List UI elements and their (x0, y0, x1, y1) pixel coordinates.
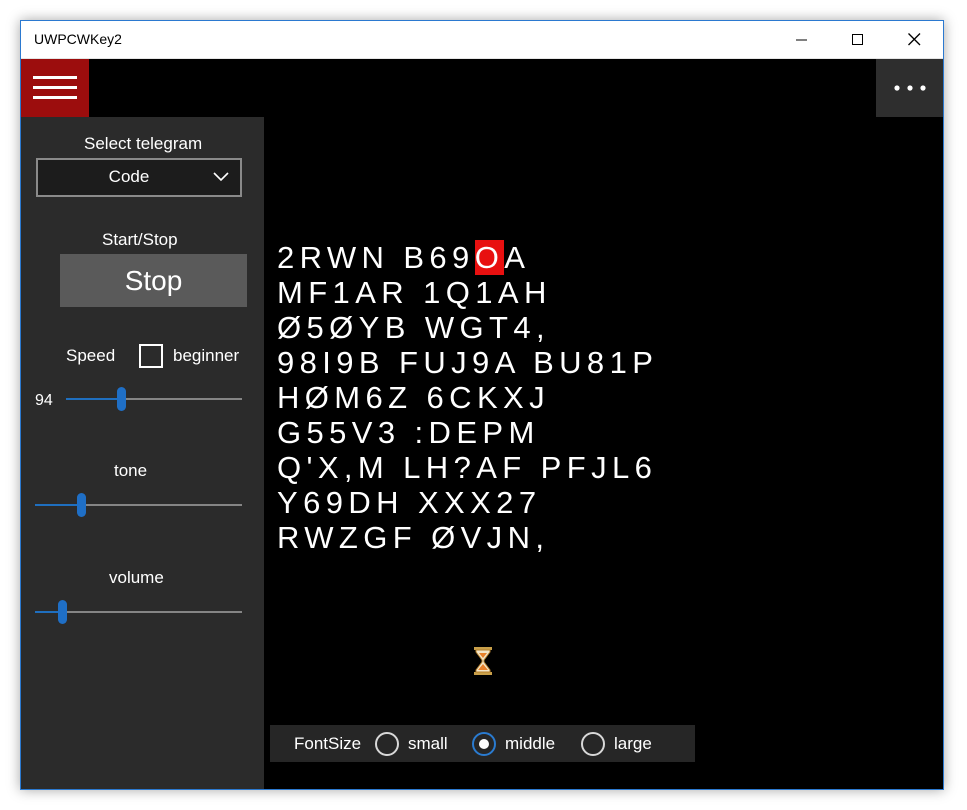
speed-slider[interactable] (66, 387, 242, 411)
hamburger-menu-icon (33, 76, 77, 99)
code-line-text: Q'X,M LH?AF PFJL6 (277, 450, 658, 485)
telegram-combobox-value: Code (108, 167, 150, 186)
slider-thumb[interactable] (116, 387, 126, 411)
code-line: G55V3 :DEPM (277, 415, 658, 450)
code-line-text: A (504, 240, 531, 275)
fontsize-option-middle: middle (505, 734, 556, 753)
settings-pane: Select telegram Code Start/Stop Stop Spe… (21, 117, 264, 789)
select-telegram-label: Select telegram (84, 134, 203, 153)
code-line-text: MF1AR 1Q1AH (277, 275, 552, 310)
window-title: UWPCWKey2 (34, 31, 122, 47)
hamburger-menu-button[interactable] (21, 59, 89, 117)
volume-slider[interactable] (35, 600, 242, 624)
code-line: MF1AR 1Q1AH (277, 275, 658, 310)
slider-thumb[interactable] (76, 493, 86, 517)
code-line-text: HØM6Z 6CKXJ (277, 380, 550, 415)
minimize-icon (796, 39, 807, 40)
speed-label: Speed (66, 346, 116, 365)
slider-fill (66, 398, 121, 400)
code-text-display: 2RWN B69OA MF1AR 1Q1AH Ø5ØYB WGT4, 98I9B FU… (277, 240, 658, 555)
code-line: 98I9B FUJ9A BU81P (277, 345, 658, 380)
start-stop-label: Start/Stop (102, 230, 178, 249)
fontsize-radio-large[interactable] (581, 732, 605, 756)
slider-thumb[interactable] (57, 600, 67, 624)
code-line-text: Y69DH XXX27 (277, 485, 542, 520)
volume-label: volume (109, 568, 164, 587)
app-content: Select telegram Code Start/Stop Stop Spe… (21, 59, 943, 789)
start-stop-button[interactable]: Stop (60, 254, 247, 307)
maximize-icon (852, 33, 863, 45)
code-line: Q'X,M LH?AF PFJL6 (277, 450, 658, 485)
fontsize-radio-small[interactable] (375, 732, 399, 756)
code-line-text: Ø5ØYB WGT4, (277, 310, 550, 345)
code-line-text: G55V3 :DEPM (277, 415, 540, 450)
beginner-label: beginner (173, 346, 240, 365)
speed-value: 94 (35, 392, 53, 409)
chevron-down-icon (213, 172, 229, 182)
more-ellipsis-icon (893, 85, 926, 91)
code-line: HØM6Z 6CKXJ (277, 380, 658, 415)
maximize-button[interactable] (835, 21, 881, 58)
code-line: RWZGF ØVJN, (277, 520, 658, 555)
code-line: Ø5ØYB WGT4, (277, 310, 658, 345)
fontsize-bar: FontSize small middle large (270, 725, 695, 762)
close-button[interactable] (891, 21, 937, 58)
tone-slider[interactable] (35, 493, 242, 517)
minimize-button[interactable] (779, 21, 825, 58)
code-line-text: RWZGF ØVJN, (277, 520, 550, 555)
beginner-checkbox[interactable] (139, 344, 163, 368)
app-window: UWPCWKey2 Select telegram Code Start/Sto… (20, 20, 944, 790)
title-bar[interactable]: UWPCWKey2 (21, 21, 943, 59)
code-line-text: 98I9B FUJ9A BU81P (277, 345, 659, 380)
fontsize-option-large: large (614, 734, 652, 753)
more-options-button[interactable] (876, 59, 943, 117)
code-line: Y69DH XXX27 (277, 485, 658, 520)
close-icon (907, 33, 920, 46)
code-line: 2RWN B69OA (277, 240, 658, 275)
fontsize-option-small: small (408, 734, 448, 753)
telegram-combobox[interactable]: Code (36, 158, 242, 197)
tone-label: tone (114, 461, 148, 480)
hourglass-icon (474, 647, 492, 675)
fontsize-radio-middle[interactable] (472, 732, 496, 756)
slider-fill (35, 504, 81, 506)
current-character-highlight: O (474, 240, 505, 275)
fontsize-label: FontSize (294, 734, 362, 753)
code-line-text: 2RWN B69 (277, 240, 475, 275)
